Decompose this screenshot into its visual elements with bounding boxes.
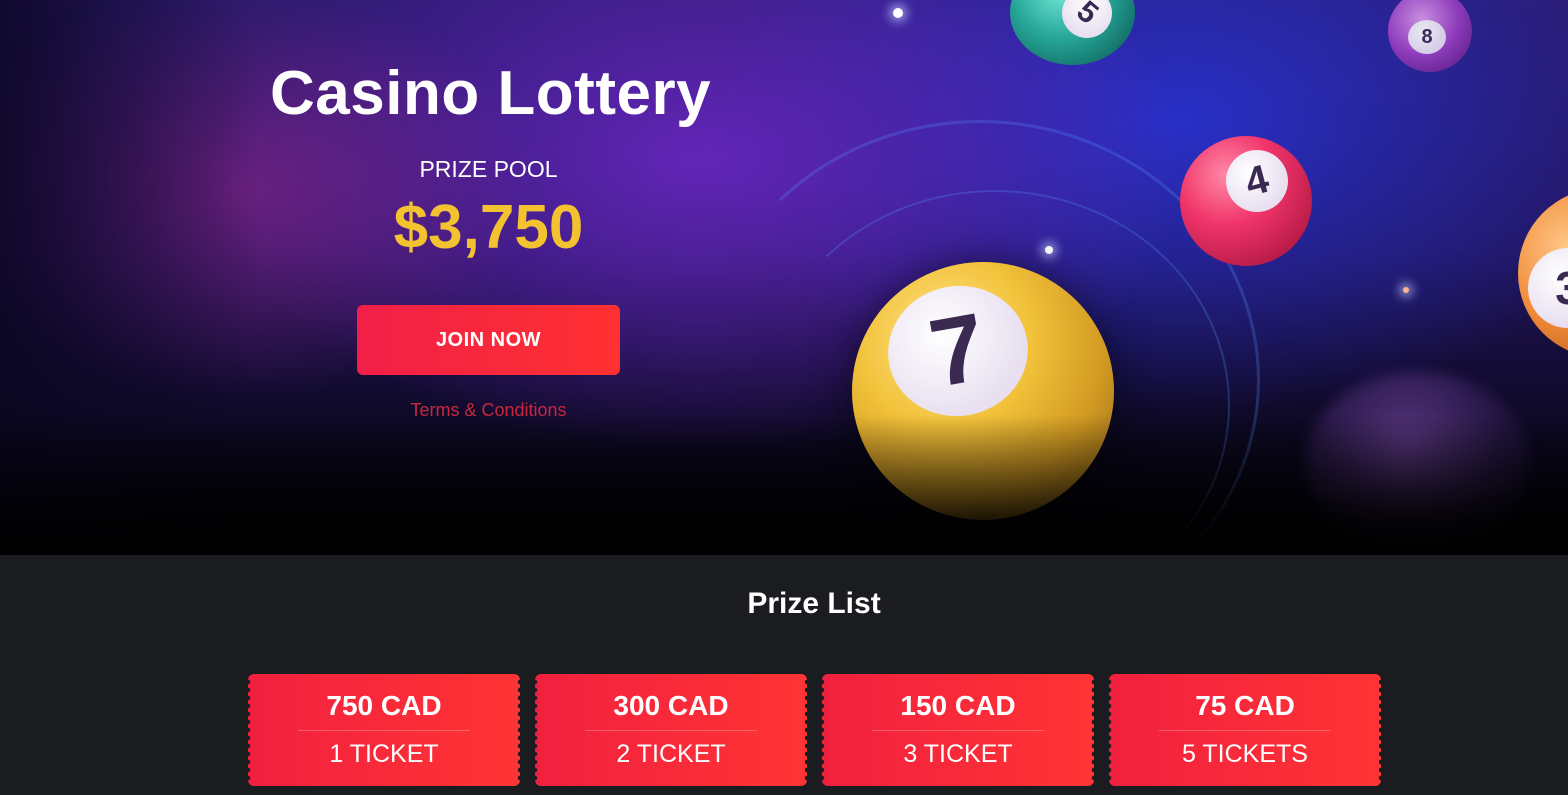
prize-list-heading: Prize List bbox=[747, 587, 881, 620]
hero-banner: 5 8 4 3 7 Casino Lottery PRIZE POOL $3,7… bbox=[0, 0, 1568, 555]
join-now-button[interactable]: JOIN NOW bbox=[357, 305, 620, 375]
lottery-ball-blurred bbox=[1305, 372, 1530, 552]
prize-ticket: 150 CAD 3 TICKET bbox=[819, 674, 1097, 786]
lottery-ball-8: 8 bbox=[1388, 0, 1472, 72]
prize-ticket: 750 CAD 1 TICKET bbox=[245, 674, 523, 786]
ball-number: 7 bbox=[877, 274, 1039, 428]
sparkle-decoration bbox=[893, 8, 903, 18]
ball-number: 5 bbox=[1051, 0, 1123, 49]
lottery-ball-5: 5 bbox=[1010, 0, 1135, 65]
prize-pool-label: PRIZE POOL bbox=[419, 156, 558, 182]
prize-ticket-count: 3 TICKET bbox=[903, 740, 1013, 768]
sparkle-decoration bbox=[1403, 287, 1409, 293]
prize-ticket-count: 2 TICKET bbox=[616, 740, 726, 768]
ticket-divider bbox=[585, 730, 757, 731]
prize-amount: 75 CAD bbox=[1195, 690, 1295, 721]
prize-list-section: Prize List 750 CAD 1 TICKET 300 CAD 2 TI… bbox=[0, 555, 1568, 795]
ball-number: 8 bbox=[1408, 20, 1446, 54]
lottery-ball-3: 3 bbox=[1518, 188, 1568, 358]
ticket-divider bbox=[872, 730, 1044, 731]
prize-amount: 300 CAD bbox=[613, 690, 729, 721]
prize-ticket: 300 CAD 2 TICKET bbox=[532, 674, 810, 786]
hero-left-shade bbox=[0, 0, 260, 555]
lottery-ball-7: 7 bbox=[852, 262, 1114, 520]
ball-number: 4 bbox=[1219, 143, 1295, 219]
ticket-divider bbox=[1159, 730, 1331, 731]
terms-conditions-link[interactable]: Terms & Conditions bbox=[357, 400, 620, 421]
lottery-ball-4: 4 bbox=[1180, 136, 1312, 266]
prize-ticket: 75 CAD 5 TICKETS bbox=[1106, 674, 1384, 786]
prize-ticket-count: 1 TICKET bbox=[329, 740, 439, 768]
prize-amount: 750 CAD bbox=[326, 690, 442, 721]
prize-amount: 150 CAD bbox=[900, 690, 1016, 721]
ticket-divider bbox=[298, 730, 470, 731]
prize-ticket-count: 5 TICKETS bbox=[1182, 740, 1308, 768]
sparkle-decoration bbox=[1045, 246, 1053, 254]
page-title: Casino Lottery bbox=[270, 59, 712, 128]
prize-pool-amount: $3,750 bbox=[393, 193, 584, 262]
ball-number: 3 bbox=[1528, 248, 1568, 328]
